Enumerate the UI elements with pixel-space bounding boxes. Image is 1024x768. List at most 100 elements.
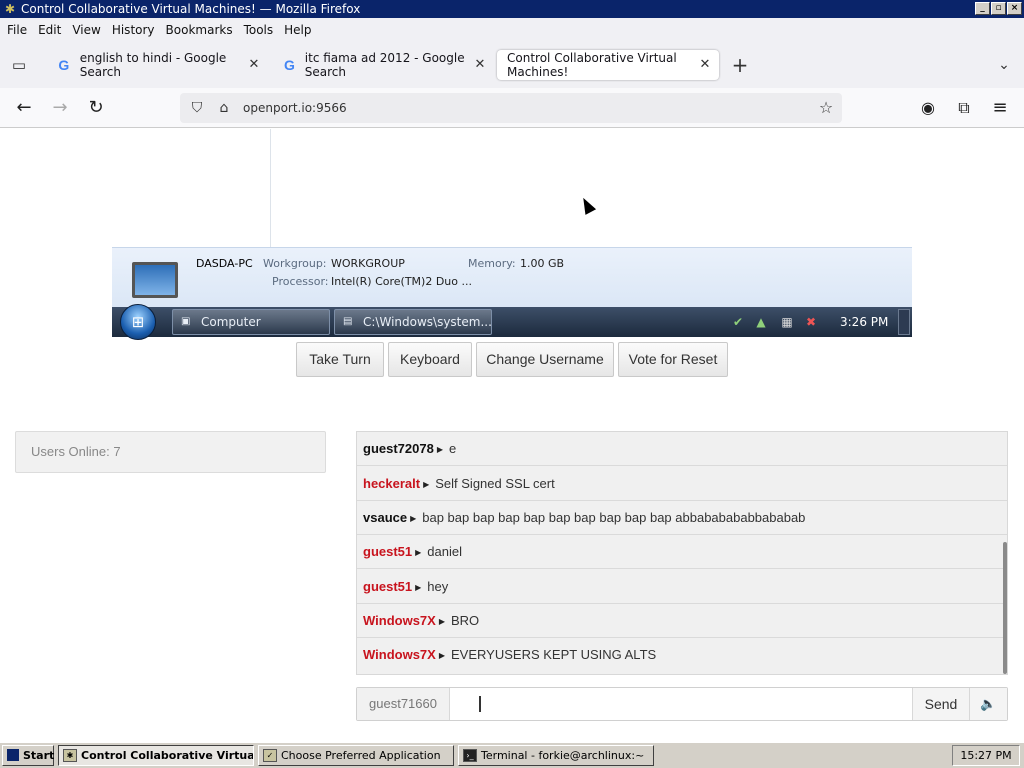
chat-message: guest72078 ▶ e xyxy=(357,432,1007,466)
os-taskbar-label: Terminal - forkie@archlinux:~ xyxy=(481,749,645,762)
play-arrow-icon: ▶ xyxy=(438,617,445,626)
pc-name: DASDA-PC xyxy=(196,257,253,270)
mouse-cursor-icon xyxy=(577,195,597,215)
chat-username: vsauce xyxy=(363,510,408,525)
menu-history[interactable]: History xyxy=(112,23,155,37)
chat-text: Self Signed SSL cert xyxy=(435,476,555,491)
url-bar[interactable]: ⛉ ⌂ openport.io:9566 ☆ xyxy=(180,93,842,123)
tab-english-to-hindi[interactable]: G english to hindi - Google Search ✕ xyxy=(46,50,268,80)
chat-username: Windows7X xyxy=(363,613,436,628)
menu-tools[interactable]: Tools xyxy=(244,23,274,37)
lock-icon[interactable]: ⌂ xyxy=(215,99,233,117)
chat-message: Windows7X ▶ BRO xyxy=(357,604,1007,638)
chat-username: Windows7X xyxy=(363,647,436,662)
chat-text: e xyxy=(448,441,457,456)
vm-taskbar-cmd[interactable]: ▤ C:\Windows\system... xyxy=(334,309,492,335)
play-arrow-icon: ▶ xyxy=(423,480,430,489)
window-title: Control Collaborative Virtual Machines! … xyxy=(21,2,361,16)
chat-message: vsauce ▶ bap bap bap bap bap bap bap bap b… xyxy=(357,501,1007,535)
menu-file[interactable]: File xyxy=(7,23,27,37)
change-username-button[interactable]: Change Username xyxy=(476,342,614,377)
text-cursor-icon xyxy=(479,696,481,712)
chat-message-input[interactable] xyxy=(451,688,911,720)
os-taskbar: Start ✱ Control Collaborative Virtua... … xyxy=(0,742,1024,768)
chat-username: guest72078 xyxy=(363,441,434,456)
chat-text: daniel xyxy=(427,544,462,559)
menu-bookmarks[interactable]: Bookmarks xyxy=(166,23,233,37)
close-tab-icon[interactable]: ✕ xyxy=(246,57,262,73)
workgroup-label: Workgroup: xyxy=(263,257,327,270)
close-tab-icon[interactable]: ✕ xyxy=(472,57,488,73)
processor-value: Intel(R) Core(TM)2 Duo ... xyxy=(331,275,472,288)
play-arrow-icon: ▶ xyxy=(415,548,422,557)
chat-text: BRO xyxy=(451,613,480,628)
tab-itc-fiama[interactable]: G itc fiama ad 2012 - Google Search ✕ xyxy=(272,50,494,80)
chat-log[interactable]: guest72078 ▶ e heckeralt ▶ Self Signed SSL c… xyxy=(356,431,1008,675)
memory-value: 1.00 GB xyxy=(520,257,565,270)
maximize-icon[interactable]: ▫ xyxy=(991,2,1006,15)
menu-help[interactable]: Help xyxy=(284,23,311,37)
menu-hamburger-icon[interactable]: ≡ xyxy=(988,96,1012,120)
tab-control-collaborative[interactable]: Control Collaborative Virtual Machines! … xyxy=(497,50,719,80)
windows-start-orb-icon[interactable]: ⊞ xyxy=(120,304,156,340)
google-favicon-icon: G xyxy=(58,57,70,73)
update-tray-icon[interactable]: ▲ xyxy=(753,314,769,330)
minimize-icon[interactable]: _ xyxy=(975,2,990,15)
os-taskbar-choose-app[interactable]: ✓ Choose Preferred Application xyxy=(258,745,454,766)
vm-taskbar-computer[interactable]: ▣ Computer xyxy=(172,309,330,335)
vote-for-reset-button[interactable]: Vote for Reset xyxy=(618,342,728,377)
security-tray-icon[interactable]: ✔ xyxy=(730,314,746,330)
menu-view[interactable]: View xyxy=(72,23,100,37)
vm-details-pane: DASDA-PC Workgroup: WORKGROUP Memory: 1.… xyxy=(112,247,912,307)
tab-label: itc fiama ad 2012 - Google Search xyxy=(304,51,465,79)
app-icon: ✱ xyxy=(4,2,16,16)
os-clock[interactable]: 15:27 PM xyxy=(952,745,1020,766)
start-logo-icon xyxy=(7,749,19,761)
account-icon[interactable]: ◉ xyxy=(916,96,940,120)
forward-icon[interactable]: → xyxy=(48,96,72,120)
vm-explorer-window[interactable] xyxy=(112,129,912,247)
chat-username: guest51 xyxy=(363,579,413,594)
processor-label: Processor: xyxy=(272,275,329,288)
os-taskbar-firefox[interactable]: ✱ Control Collaborative Virtua... xyxy=(58,745,254,766)
vm-screen[interactable]: DASDA-PC Workgroup: WORKGROUP Memory: 1.… xyxy=(112,129,912,340)
tab-label: Control Collaborative Virtual Machines! xyxy=(507,51,677,79)
menu-edit[interactable]: Edit xyxy=(38,23,61,37)
vm-clock[interactable]: 3:26 PM xyxy=(840,315,888,329)
vm-taskbar-label: C:\Windows\system... xyxy=(363,315,492,329)
new-tab-icon[interactable]: + xyxy=(728,53,752,77)
reload-icon[interactable]: ↻ xyxy=(84,96,108,120)
close-tab-icon[interactable]: ✕ xyxy=(697,57,713,73)
os-taskbar-label: Choose Preferred Application xyxy=(281,749,441,762)
firefox-app-icon: ✱ xyxy=(63,749,77,762)
start-button[interactable]: Start xyxy=(2,745,54,766)
chat-message: guest51 ▶ daniel xyxy=(357,535,1007,569)
chat-input-row: guest71660 Send 🔈 xyxy=(356,687,1008,721)
list-all-tabs-icon[interactable]: ▭ xyxy=(8,54,30,76)
url-text[interactable]: openport.io:9566 xyxy=(243,101,347,115)
keyboard-button[interactable]: Keyboard xyxy=(388,342,472,377)
shield-icon[interactable]: ⛉ xyxy=(188,99,206,117)
extensions-icon[interactable]: ⧉ xyxy=(952,96,976,120)
speaker-icon[interactable]: 🔈 xyxy=(969,688,1007,720)
page-content: DASDA-PC Workgroup: WORKGROUP Memory: 1.… xyxy=(0,129,1024,742)
os-taskbar-terminal[interactable]: ›_ Terminal - forkie@archlinux:~ xyxy=(458,745,654,766)
google-favicon-icon: G xyxy=(283,57,295,73)
network-tray-icon[interactable]: ▦ xyxy=(779,314,795,330)
show-desktop-button[interactable] xyxy=(898,309,910,335)
chat-text: bap bap bap bap bap bap bap bap bap bap … xyxy=(422,510,806,525)
vm-taskbar: ⊞ ▣ Computer ▤ C:\Windows\system... ✔ ▲ … xyxy=(112,304,912,340)
close-icon[interactable]: × xyxy=(1007,2,1022,15)
computer-icon: ▣ xyxy=(181,316,191,327)
send-button[interactable]: Send xyxy=(912,688,969,720)
tab-label: english to hindi - Google Search xyxy=(79,51,227,79)
chat-scrollbar[interactable] xyxy=(1003,542,1007,674)
volume-muted-tray-icon[interactable]: ✖ xyxy=(803,314,819,330)
chat-username: heckeralt xyxy=(363,476,421,491)
memory-label: Memory: xyxy=(468,257,516,270)
chevron-down-icon[interactable]: ⌄ xyxy=(992,53,1016,77)
menu-bar: File Edit View History Bookmarks Tools H… xyxy=(0,18,1024,42)
back-icon[interactable]: ← xyxy=(12,96,36,120)
take-turn-button[interactable]: Take Turn xyxy=(296,342,384,377)
bookmark-star-icon[interactable]: ☆ xyxy=(816,98,836,118)
